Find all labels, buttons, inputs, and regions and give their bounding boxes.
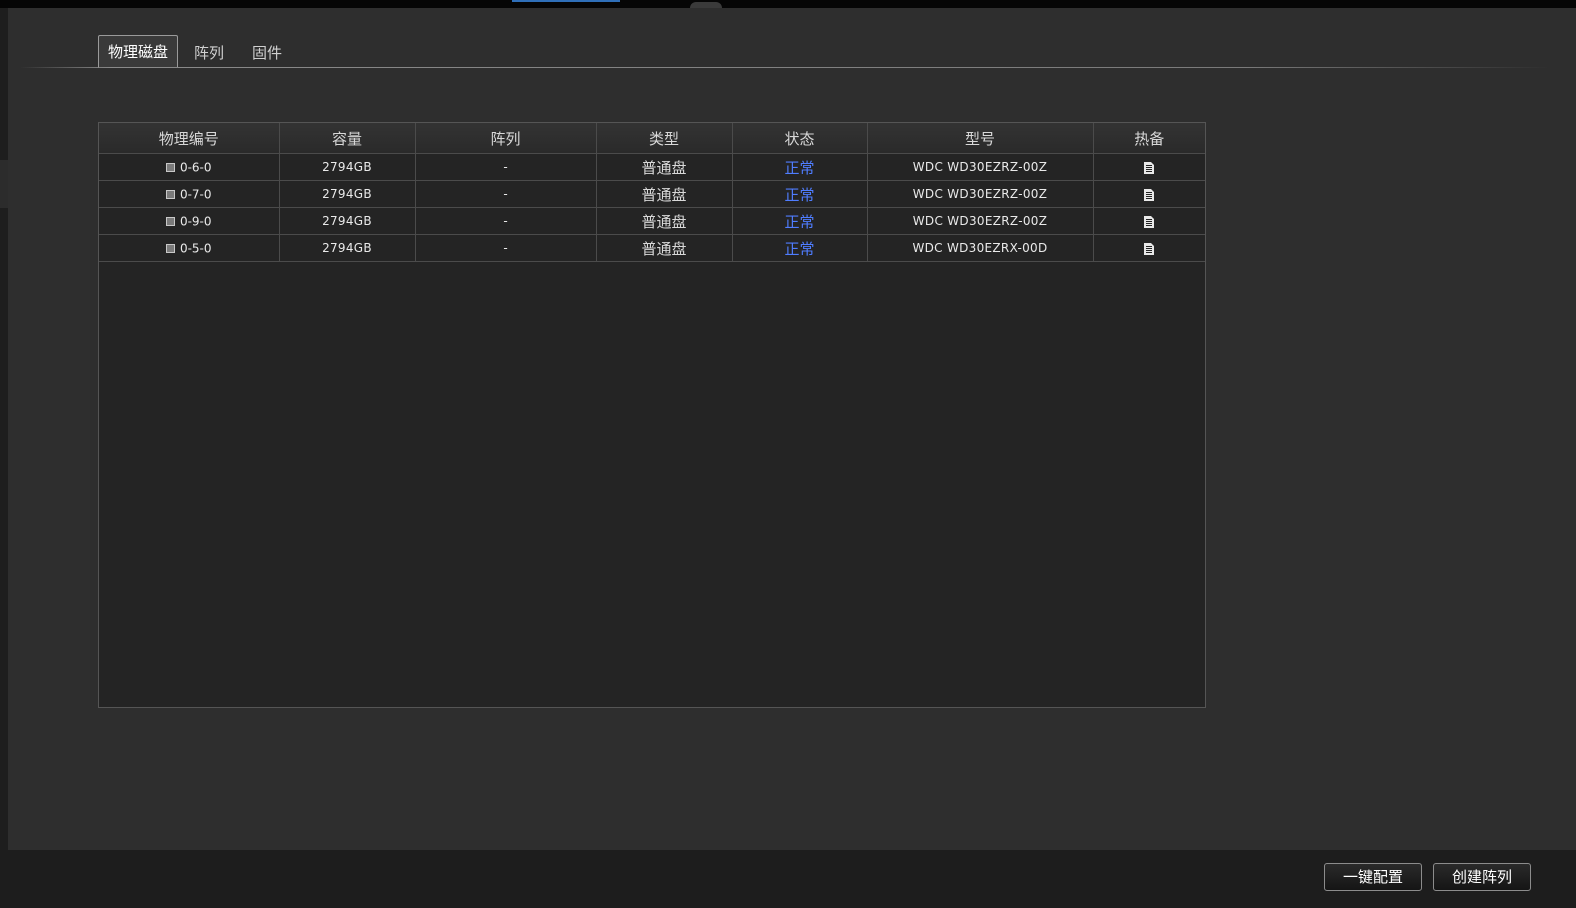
cell-status: 正常 xyxy=(731,180,868,208)
physical-id-text: 0-5-0 xyxy=(179,241,212,256)
cell-array: - xyxy=(414,207,597,235)
cell-hotspare xyxy=(1092,153,1205,181)
cell-array: - xyxy=(414,180,597,208)
top-bar xyxy=(0,0,1576,8)
create-array-button[interactable]: 创建阵列 xyxy=(1433,863,1531,891)
row-checkbox[interactable] xyxy=(165,189,175,199)
left-edge xyxy=(0,8,8,850)
cell-type: 普通盘 xyxy=(595,153,733,181)
document-icon[interactable] xyxy=(1144,242,1155,255)
tab-physical-disk[interactable]: 物理磁盘 xyxy=(98,35,179,68)
cell-status: 正常 xyxy=(731,207,868,235)
one-click-config-button[interactable]: 一键配置 xyxy=(1324,863,1422,891)
column-header-status[interactable]: 状态 xyxy=(731,123,868,154)
row-checkbox[interactable] xyxy=(165,243,175,253)
disk-table: 物理编号 容量 阵列 类型 状态 型号 热备 0-6-0 2794GB - 普通… xyxy=(99,123,1205,262)
row-checkbox[interactable] xyxy=(165,162,175,172)
table-row[interactable]: 0-7-0 2794GB - 普通盘 正常 WDC WD30EZRZ-00Z xyxy=(99,180,1205,208)
cell-model: WDC WD30EZRZ-00Z xyxy=(866,153,1094,181)
left-edge-handle[interactable] xyxy=(0,160,8,208)
cell-type: 普通盘 xyxy=(595,207,733,235)
main-panel: 物理磁盘 阵列 固件 物理编号 容量 阵列 类型 状态 型号 热备 0-6-0 … xyxy=(8,8,1576,850)
cell-capacity: 2794GB xyxy=(278,153,416,181)
cell-hotspare xyxy=(1092,207,1205,235)
cell-type: 普通盘 xyxy=(595,234,733,262)
physical-id-text: 0-6-0 xyxy=(179,160,212,175)
tab-firmware[interactable]: 固件 xyxy=(240,38,294,68)
cell-model: WDC WD30EZRZ-00Z xyxy=(866,180,1094,208)
table-row[interactable]: 0-6-0 2794GB - 普通盘 正常 WDC WD30EZRZ-00Z xyxy=(99,153,1205,181)
cell-physical-id: 0-5-0 xyxy=(99,234,280,262)
physical-id-text: 0-9-0 xyxy=(179,214,212,229)
disk-table-container: 物理编号 容量 阵列 类型 状态 型号 热备 0-6-0 2794GB - 普通… xyxy=(98,122,1206,708)
cell-physical-id: 0-9-0 xyxy=(99,207,280,235)
tab-bar: 物理磁盘 阵列 固件 xyxy=(98,35,298,68)
cell-model: WDC WD30EZRX-00D xyxy=(866,234,1094,262)
tab-array[interactable]: 阵列 xyxy=(182,38,236,68)
cell-physical-id: 0-7-0 xyxy=(99,180,280,208)
bottom-action-bar: 一键配置 创建阵列 xyxy=(0,850,1576,908)
tab-divider xyxy=(20,67,1550,68)
cell-model: WDC WD30EZRZ-00Z xyxy=(866,207,1094,235)
column-header-type[interactable]: 类型 xyxy=(595,123,733,154)
table-row[interactable]: 0-5-0 2794GB - 普通盘 正常 WDC WD30EZRX-00D xyxy=(99,234,1205,262)
cell-physical-id: 0-6-0 xyxy=(99,153,280,181)
document-icon[interactable] xyxy=(1144,188,1155,201)
column-header-array[interactable]: 阵列 xyxy=(414,123,597,154)
column-header-physical-id[interactable]: 物理编号 xyxy=(99,123,280,154)
cell-capacity: 2794GB xyxy=(278,207,416,235)
cell-capacity: 2794GB xyxy=(278,234,416,262)
document-icon[interactable] xyxy=(1144,161,1155,174)
cell-hotspare xyxy=(1092,180,1205,208)
column-header-capacity[interactable]: 容量 xyxy=(278,123,416,154)
cell-array: - xyxy=(414,234,597,262)
cell-array: - xyxy=(414,153,597,181)
table-header-row: 物理编号 容量 阵列 类型 状态 型号 热备 xyxy=(99,123,1205,154)
table-row[interactable]: 0-9-0 2794GB - 普通盘 正常 WDC WD30EZRZ-00Z xyxy=(99,207,1205,235)
column-header-model[interactable]: 型号 xyxy=(866,123,1094,154)
cell-status: 正常 xyxy=(731,234,868,262)
cell-hotspare xyxy=(1092,234,1205,262)
physical-id-text: 0-7-0 xyxy=(179,187,212,202)
cell-capacity: 2794GB xyxy=(278,180,416,208)
column-header-hotspare[interactable]: 热备 xyxy=(1092,123,1205,154)
cell-status: 正常 xyxy=(731,153,868,181)
document-icon[interactable] xyxy=(1144,215,1155,228)
cell-type: 普通盘 xyxy=(595,180,733,208)
row-checkbox[interactable] xyxy=(165,216,175,226)
top-accent-bar xyxy=(512,0,620,2)
